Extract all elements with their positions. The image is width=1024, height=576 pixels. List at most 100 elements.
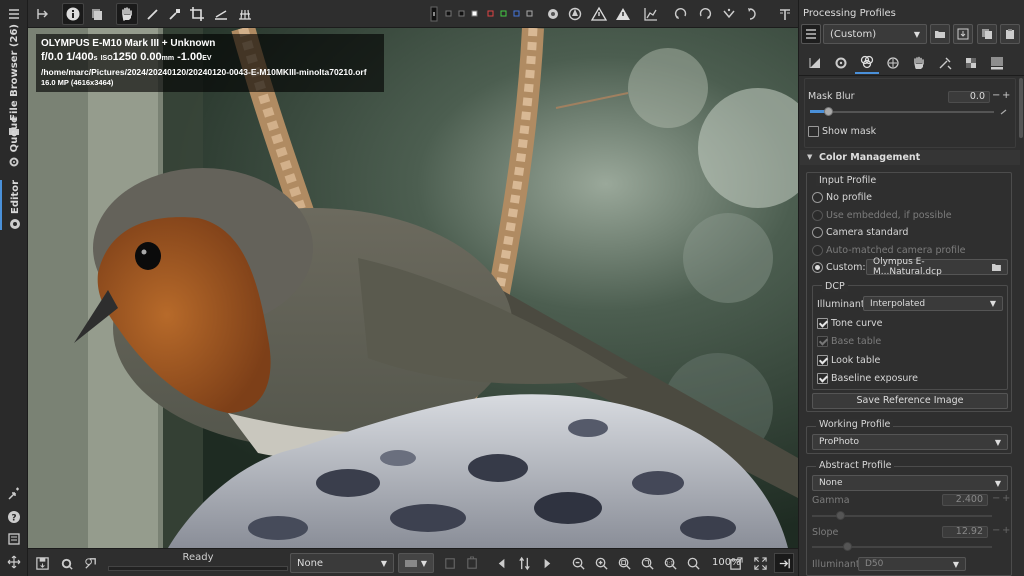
save-image-button[interactable] — [32, 553, 52, 573]
shortcuts-icon[interactable] — [6, 531, 22, 547]
tab-file-browser-label: File Browser (26) — [8, 24, 20, 121]
mask-blur-plus[interactable]: + — [1002, 90, 1010, 101]
use-embedded-label: Use embedded, if possible — [826, 210, 952, 221]
zoom-100-icon: 1:1 — [664, 557, 677, 570]
tab-advanced[interactable] — [881, 52, 905, 74]
grid-button[interactable] — [234, 3, 256, 25]
tab-metadata[interactable] — [985, 52, 1009, 74]
fullscreen-button[interactable] — [750, 553, 770, 573]
preset-select[interactable]: None ▼ — [290, 553, 394, 573]
new-detail-window-icon — [729, 556, 743, 570]
look-table-checkbox[interactable] — [817, 355, 828, 366]
show-mask-checkbox[interactable] — [808, 126, 819, 137]
info-button[interactable] — [62, 3, 84, 25]
paste-profile-button[interactable] — [462, 553, 482, 573]
baseline-exposure-checkbox[interactable] — [817, 373, 828, 384]
processing-profile-icon — [780, 9, 790, 20]
white-balance-icon — [169, 9, 180, 20]
load-profile-button[interactable] — [930, 24, 950, 44]
save-profile-button[interactable] — [953, 24, 973, 44]
tab-editor[interactable]: Editor — [0, 180, 28, 230]
panel-scrollbar[interactable] — [1019, 78, 1023, 138]
copy-profile-button[interactable] — [440, 553, 460, 573]
history-button[interactable] — [86, 3, 108, 25]
tab-local[interactable] — [907, 52, 931, 74]
queue-button[interactable] — [56, 553, 76, 573]
paste-profile-button[interactable] — [1000, 24, 1020, 44]
preview-mode-button[interactable] — [564, 3, 586, 25]
new-window-icon[interactable] — [6, 486, 22, 502]
channel-icons[interactable] — [444, 10, 548, 18]
move-icon[interactable] — [6, 554, 22, 570]
tab-raw[interactable] — [959, 52, 983, 74]
save-reference-image-button[interactable]: Save Reference Image — [812, 393, 1008, 409]
abstract-profile-select[interactable]: None ▼ — [812, 475, 1008, 491]
tab-editor-label: Editor — [9, 180, 21, 214]
reset-icon[interactable] — [1000, 108, 1008, 116]
white-balance-button[interactable] — [164, 3, 186, 25]
zoom-fit-button[interactable] — [614, 553, 634, 573]
histogram-button[interactable] — [640, 3, 662, 25]
image-preview[interactable]: OLYMPUS E-M10 Mark III + Unknown f/0.0 1… — [28, 28, 798, 548]
gamma-minus: − — [992, 493, 1001, 504]
image-info-overlay: OLYMPUS E-M10 Mark III + Unknown f/0.0 1… — [36, 34, 384, 92]
working-profile-select[interactable]: ProPhoto ▼ — [812, 434, 1008, 450]
dcp-illuminant-select[interactable]: Interpolated ▼ — [863, 296, 1003, 311]
before-after-button[interactable] — [32, 3, 54, 25]
zoom-fit-crop-button[interactable] — [637, 553, 657, 573]
zoom-100-button[interactable]: 1:1 — [660, 553, 680, 573]
mask-blur-slider[interactable] — [810, 111, 994, 113]
snapshot-select[interactable]: ▼ — [398, 553, 434, 573]
rotate-left-button[interactable] — [670, 3, 692, 25]
profile-select[interactable]: (Custom) ▼ — [823, 24, 927, 44]
mask-blur-minus[interactable]: − — [992, 90, 1000, 101]
tab-exposure[interactable] — [803, 52, 827, 74]
gamma-input: 2.400 — [942, 494, 988, 506]
flip-vertical-button[interactable] — [742, 3, 764, 25]
no-profile-radio[interactable] — [812, 192, 823, 203]
tab-color[interactable] — [855, 52, 879, 74]
zoom-in-button[interactable] — [591, 553, 611, 573]
indicator-button[interactable] — [428, 3, 440, 25]
camera-standard-radio[interactable] — [812, 227, 823, 238]
rotate-right-button[interactable] — [694, 3, 716, 25]
zoom-custom-button[interactable] — [683, 553, 703, 573]
focus-mask-button[interactable] — [542, 3, 564, 25]
custom-profile-radio[interactable] — [812, 262, 823, 273]
bird-photo — [28, 28, 798, 548]
zoom-out-button[interactable] — [568, 553, 588, 573]
custom-profile-label: Custom: — [826, 262, 866, 273]
menu-icon[interactable] — [6, 6, 22, 22]
svg-text:1:1: 1:1 — [665, 560, 673, 566]
clipped-highlight-button[interactable] — [612, 3, 634, 25]
preview-mode-icon — [568, 7, 582, 21]
focal-unit: mm — [161, 55, 175, 62]
crop-button[interactable] — [186, 3, 208, 25]
mask-blur-slider-knob[interactable] — [824, 107, 833, 116]
next-image-button[interactable] — [536, 553, 556, 573]
flip-horizontal-button[interactable] — [718, 3, 740, 25]
hand-tool-button[interactable] — [116, 3, 138, 25]
processing-profile-button[interactable] — [774, 3, 796, 25]
tab-transform[interactable] — [933, 52, 957, 74]
tab-queue[interactable]: Queue — [0, 116, 28, 168]
copy-profile-button[interactable] — [977, 24, 997, 44]
previous-image-button[interactable] — [492, 553, 512, 573]
external-editor-button[interactable] — [80, 553, 100, 573]
tab-detail[interactable] — [829, 52, 853, 74]
camera-info: OLYMPUS E-M10 Mark III + Unknown — [41, 38, 216, 49]
color-picker-button[interactable] — [142, 3, 164, 25]
sync-button[interactable] — [514, 553, 534, 573]
straighten-button[interactable] — [210, 3, 232, 25]
left-tab-strip: File Browser (26) Queue Editor ? — [0, 0, 28, 576]
toggle-right-panel-button[interactable] — [774, 553, 794, 573]
zoom-fit-icon — [618, 557, 631, 570]
detail-window-button[interactable] — [726, 553, 746, 573]
flip-horizontal-icon — [723, 8, 735, 19]
profile-list-button[interactable] — [801, 24, 821, 44]
help-icon[interactable]: ? — [6, 509, 22, 525]
clipped-shadow-button[interactable] — [588, 3, 610, 25]
tone-curve-checkbox[interactable] — [817, 318, 828, 329]
mask-blur-input[interactable]: 0.0 — [948, 91, 990, 103]
custom-profile-file-button[interactable]: Olympus E-M...Natural.dcp — [866, 257, 1008, 277]
